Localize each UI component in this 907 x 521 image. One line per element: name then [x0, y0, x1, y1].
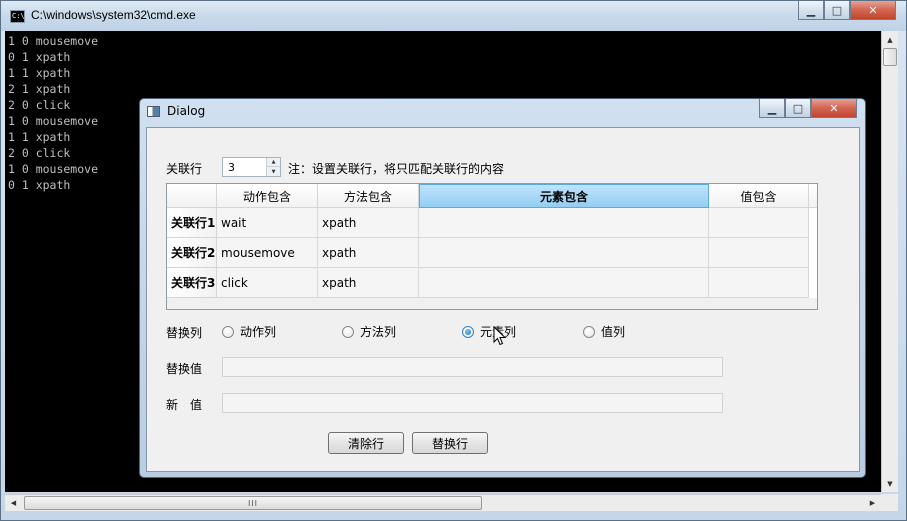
console-line: 1 1 xpath [8, 130, 71, 144]
table-row: 关联行3 click xpath [167, 268, 817, 298]
close-button[interactable]: ✕ [850, 1, 896, 20]
console-line: 2 0 click [8, 98, 71, 112]
table-cell[interactable] [419, 208, 709, 238]
close-icon: ✕ [868, 3, 878, 17]
table-cell[interactable] [709, 268, 809, 298]
row-header[interactable]: 关联行2 [167, 238, 217, 268]
radio-action-column[interactable]: 动作列 [222, 323, 276, 340]
row-header[interactable]: 关联行1 [167, 208, 217, 238]
dialog-app-icon [147, 106, 160, 117]
scroll-left-icon[interactable]: ◀ [5, 495, 22, 511]
table-cell[interactable]: mousemove [217, 238, 318, 268]
console-app-icon: C:\ [10, 10, 25, 23]
link-row-note: 注：设置关联行，将只匹配关联行的内容 [288, 162, 505, 176]
table-cell[interactable] [709, 238, 809, 268]
row-header[interactable]: 关联行3 [167, 268, 217, 298]
minimize-icon: ▁ [806, 3, 816, 17]
console-window-controls: ▁ □ ✕ [798, 1, 896, 20]
radio-label: 方法列 [360, 325, 397, 339]
dialog-titlebar[interactable]: Dialog ▁ □ ✕ [140, 99, 865, 125]
horizontal-scrollbar[interactable]: ◀ III ▶ [5, 494, 881, 511]
dialog-close-button[interactable]: ✕ [811, 99, 857, 118]
table-empty-area [167, 298, 817, 309]
console-line: 1 0 mousemove [8, 34, 99, 48]
mouse-cursor-icon [493, 326, 507, 346]
match-table[interactable]: 动作包含 方法包含 元素包含 值包含 关联行1 wait xpath 关联行2 … [166, 183, 818, 310]
minimize-icon: ▁ [767, 101, 777, 115]
table-cell[interactable] [419, 238, 709, 268]
maximize-icon: □ [792, 101, 804, 115]
table-cell[interactable] [709, 208, 809, 238]
scroll-up-icon[interactable]: ▲ [882, 31, 898, 48]
radio-icon[interactable] [342, 325, 354, 338]
vertical-scrollbar[interactable]: ▲ ▼ [881, 31, 898, 492]
column-header-value[interactable]: 值包含 [709, 184, 809, 208]
console-titlebar[interactable]: C:\ C:\windows\system32\cmd.exe ▁ □ ✕ [1, 1, 906, 31]
dialog-minimize-button[interactable]: ▁ [759, 99, 785, 118]
console-title: C:\windows\system32\cmd.exe [31, 8, 196, 22]
scroll-right-icon[interactable]: ▶ [864, 495, 881, 511]
dialog-window: Dialog ▁ □ ✕ 关联行 3 ▲ ▼ 注：设置关联行，将只匹配关联行的内… [139, 98, 866, 478]
replace-value-input[interactable] [222, 357, 723, 377]
size-grip[interactable] [881, 494, 898, 511]
new-value-input[interactable] [222, 393, 723, 413]
console-line: 0 1 xpath [8, 50, 71, 64]
link-row-label: 关联行 [166, 162, 203, 176]
console-line: 2 1 xpath [8, 82, 71, 96]
column-header-action[interactable]: 动作包含 [217, 184, 318, 208]
scroll-down-icon[interactable]: ▼ [882, 475, 898, 492]
dialog-body: 关联行 3 ▲ ▼ 注：设置关联行，将只匹配关联行的内容 动作包含 方法包含 元… [146, 127, 860, 472]
console-line: 1 0 mousemove [8, 114, 99, 128]
table-cell[interactable]: click [217, 268, 318, 298]
clear-row-button[interactable]: 清除行 [328, 432, 404, 454]
link-row-spinbox[interactable]: 3 ▲ ▼ [222, 157, 281, 177]
radio-icon[interactable] [222, 325, 234, 338]
radio-icon[interactable] [583, 325, 595, 338]
table-row: 关联行1 wait xpath [167, 208, 817, 238]
vertical-scroll-thumb[interactable] [883, 48, 897, 66]
dialog-window-controls: ▁ □ ✕ [759, 99, 857, 118]
console-line: 0 1 xpath [8, 178, 71, 192]
table-row: 关联行2 mousemove xpath [167, 238, 817, 268]
table-corner[interactable] [167, 184, 217, 208]
replace-value-label: 替换值 [166, 362, 203, 376]
dialog-title: Dialog [167, 104, 206, 118]
table-cell[interactable]: xpath [318, 208, 419, 238]
console-lines: 1 0 mousemove 0 1 xpath 1 1 xpath 2 1 xpath… [8, 33, 98, 193]
console-line: 2 0 click [8, 146, 71, 160]
radio-value-column[interactable]: 值列 [583, 323, 625, 340]
radio-label: 值列 [601, 325, 626, 339]
spin-down-icon[interactable]: ▼ [267, 167, 280, 176]
link-row-value[interactable]: 3 [228, 161, 235, 174]
column-header-element[interactable]: 元素包含 [419, 184, 709, 208]
radio-element-column[interactable]: 元素列 [462, 323, 516, 340]
table-cell[interactable]: xpath [318, 238, 419, 268]
spin-up-icon[interactable]: ▲ [267, 158, 280, 167]
new-value-label: 新 值 [166, 398, 203, 412]
radio-label: 动作列 [240, 325, 277, 339]
horizontal-scroll-thumb[interactable]: III [24, 496, 482, 510]
table-cell[interactable] [419, 268, 709, 298]
column-header-method[interactable]: 方法包含 [318, 184, 419, 208]
minimize-button[interactable]: ▁ [798, 1, 824, 20]
replace-row-button[interactable]: 替换行 [412, 432, 488, 454]
spin-buttons: ▲ ▼ [266, 158, 280, 176]
table-header-row: 动作包含 方法包含 元素包含 值包含 [167, 184, 817, 208]
maximize-button[interactable]: □ [824, 1, 850, 20]
radio-selected-icon[interactable] [462, 325, 474, 338]
table-cell[interactable]: xpath [318, 268, 419, 298]
console-line: 1 1 xpath [8, 66, 71, 80]
maximize-icon: □ [831, 3, 843, 17]
console-line: 1 0 mousemove [8, 162, 99, 176]
close-icon: ✕ [829, 101, 839, 115]
table-cell[interactable]: wait [217, 208, 318, 238]
dialog-maximize-button[interactable]: □ [785, 99, 811, 118]
radio-method-column[interactable]: 方法列 [342, 323, 396, 340]
